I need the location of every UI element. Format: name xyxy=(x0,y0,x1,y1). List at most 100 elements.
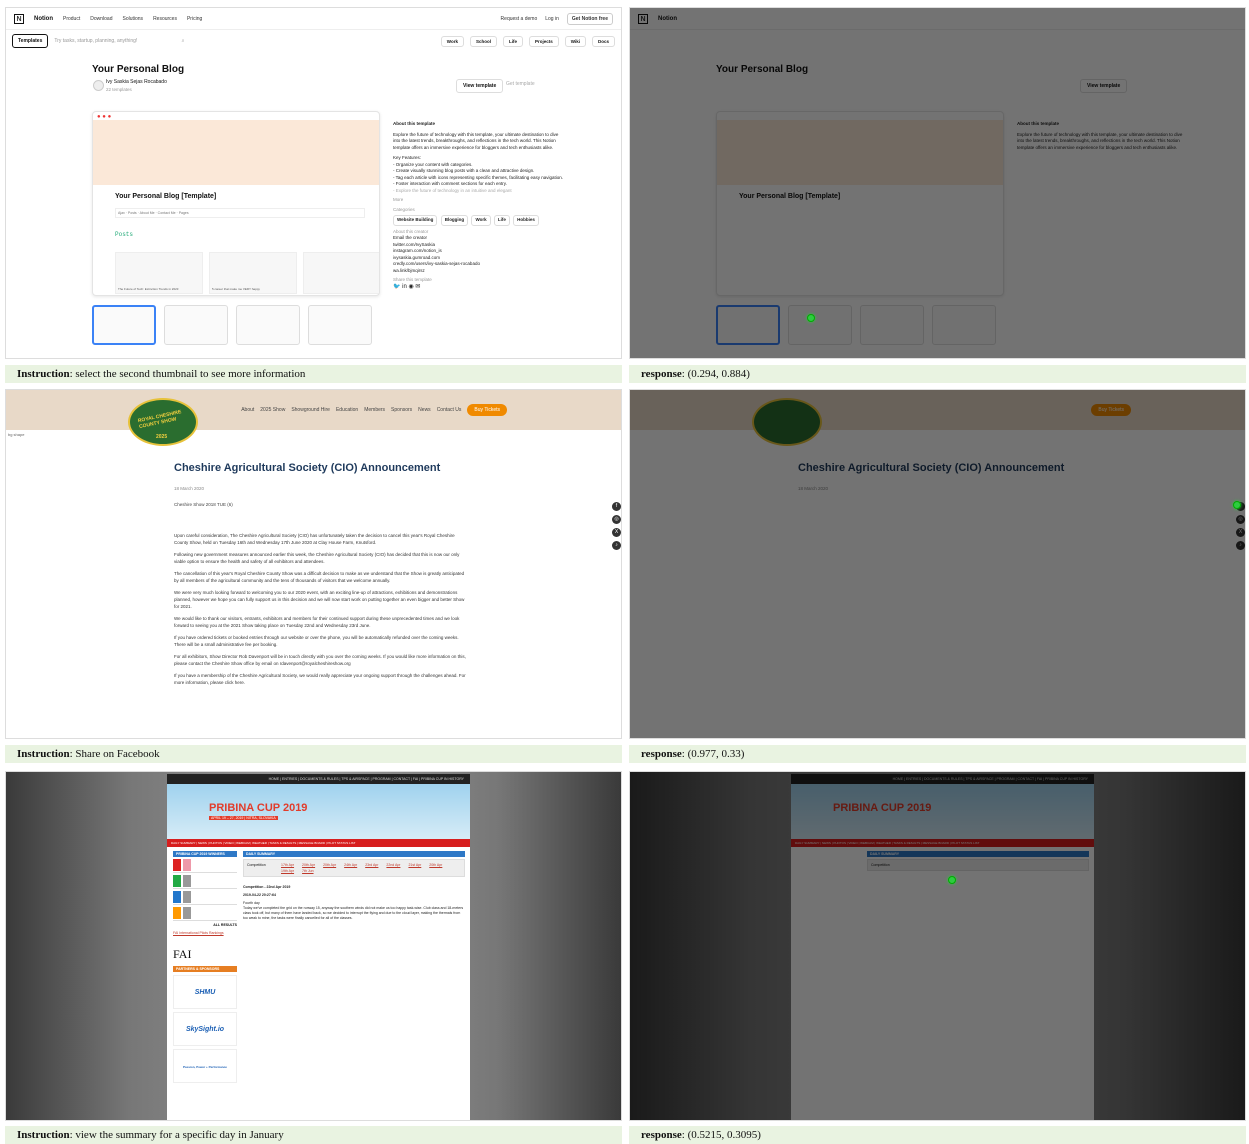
thumbnail-3[interactable] xyxy=(236,305,300,345)
tiktok-icon[interactable]: ♪ xyxy=(612,541,621,550)
instagram-icon[interactable]: ◎ xyxy=(612,515,621,524)
category-wiki[interactable]: Wiki xyxy=(564,35,586,47)
pribina-menu: DAILY SUMMARY | NEWS | PHOTOS | VIDEO | … xyxy=(791,839,1094,847)
preview-card: The Future of Tech: Extinction Trends in… xyxy=(115,252,203,294)
nav-showground-hire[interactable]: Showground Hire xyxy=(291,407,330,413)
thumbnail-strip xyxy=(716,305,996,345)
instruction-caption: Instruction: view the summary for a spec… xyxy=(5,1126,622,1144)
x-icon[interactable]: X xyxy=(612,528,621,537)
nav-2025-show[interactable]: 2025 Show xyxy=(260,407,285,413)
tag-hobbies[interactable]: Hobbies xyxy=(513,215,539,226)
notion-brand[interactable]: Notion xyxy=(34,16,53,22)
nav-members[interactable]: Members xyxy=(364,407,385,413)
category-life[interactable]: Life xyxy=(502,35,523,47)
nav-resources[interactable]: Resources xyxy=(153,16,177,22)
buy-tickets-button[interactable]: Buy Tickets xyxy=(467,404,507,416)
category-docs[interactable]: Docs xyxy=(591,35,615,47)
notion-logo-icon[interactable]: N xyxy=(14,13,24,24)
category-school[interactable]: School xyxy=(469,35,497,47)
pribina-page: PRIBINA CUP 2019 WINNERS ALL RESULTS FAI… xyxy=(167,847,470,1120)
nav-pricing[interactable]: Pricing xyxy=(187,16,202,22)
date-link[interactable]: 21st Apr xyxy=(408,863,421,867)
instruction-caption: Instruction: select the second thumbnail… xyxy=(5,365,622,383)
response-caption: response: (0.977, 0.33) xyxy=(629,745,1246,763)
nav-solutions[interactable]: Solutions xyxy=(122,16,143,22)
entry-title: Competition - 22nd Apr 2019 xyxy=(243,885,291,889)
tag-blogging[interactable]: Blogging xyxy=(440,215,469,226)
date-link[interactable]: 24th Apr xyxy=(344,863,357,867)
about-template: About this template Explore the future o… xyxy=(1017,121,1187,151)
request-demo-link[interactable]: Request a demo xyxy=(501,16,538,22)
article-paragraph: Following new government measures announ… xyxy=(174,552,460,564)
pribina-logo[interactable]: PRIBINA CUP 2019 xyxy=(209,802,307,814)
get-notion-button[interactable]: Get Notion free xyxy=(566,12,613,25)
template-preview[interactable]: ● ● ● Your Personal Blog [Template] Ajax… xyxy=(92,111,380,296)
thumbnail-4[interactable] xyxy=(308,305,372,345)
fai-logo[interactable]: FAI xyxy=(173,947,237,962)
author-avatar[interactable] xyxy=(93,80,104,91)
nav-download[interactable]: Download xyxy=(90,16,112,22)
category-list: Work School Life Projects Wiki Docs xyxy=(440,35,615,47)
tag-website-building[interactable]: Website Building xyxy=(393,215,438,226)
template-author[interactable]: Ivy Saskia Sejas Rocabado xyxy=(106,79,167,85)
thumbnail-2 xyxy=(788,305,852,345)
article-date: 18 March 2020 xyxy=(174,486,205,491)
summary-box: Competition 17th Apr 20th Apr 20th Apr 2… xyxy=(243,859,465,877)
nav-about[interactable]: About xyxy=(241,407,254,413)
category-projects[interactable]: Projects xyxy=(529,35,559,47)
tag-work[interactable]: Work xyxy=(471,215,491,226)
sponsor-shmu[interactable]: SHMU xyxy=(173,975,237,1009)
nav-education[interactable]: Education xyxy=(336,407,358,413)
winner-row xyxy=(173,857,237,873)
share-icons[interactable]: 🐦 in ◉ ✉ xyxy=(393,284,563,291)
pribina-menu[interactable]: DAILY SUMMARY | NEWS | PHOTOS | VIDEO | … xyxy=(167,839,470,847)
creator-link[interactable]: wa.link/bjmqirsz xyxy=(393,268,563,275)
login-link[interactable]: Log in xyxy=(545,16,559,22)
date-link[interactable]: 22nd Apr xyxy=(386,863,400,867)
nav-product[interactable]: Product xyxy=(63,16,80,22)
bg-shape-alt: bg shape xyxy=(8,432,25,437)
pribina-top-nav[interactable]: HOME | ENTRIES | DOCUMENTS & RULES | TPS… xyxy=(167,774,470,784)
date-link[interactable]: 19th Apr xyxy=(281,869,294,873)
facebook-icon[interactable]: f xyxy=(612,502,621,511)
date-link[interactable]: 7th Jun xyxy=(302,869,313,873)
preview-breadcrumb: Ajax · Posts · About Me · Contact Me · P… xyxy=(115,208,365,218)
cheshire-nav: Buy Tickets xyxy=(1091,404,1131,416)
click-marker xyxy=(807,314,815,322)
winner-row xyxy=(173,905,237,921)
social-share: f ◎ X ♪ xyxy=(1236,502,1245,550)
search-placeholder: Try tasks, startup, planning, anything! xyxy=(54,38,138,44)
article-date: 18 March 2020 xyxy=(798,486,829,491)
cheshire-logo xyxy=(752,398,822,446)
sponsor-ad[interactable]: Passion, Power + Performance xyxy=(173,1049,237,1083)
more-link[interactable]: More xyxy=(393,197,563,204)
left-column: PRIBINA CUP 2019 WINNERS ALL RESULTS FAI… xyxy=(173,851,237,1083)
date-link[interactable]: 23rd Apr xyxy=(365,863,378,867)
view-template-button[interactable]: View template xyxy=(456,79,504,93)
template-search-input[interactable]: Try tasks, startup, planning, anything! ⌕ xyxy=(54,38,184,44)
sponsor-skysight[interactable]: SkySight.io xyxy=(173,1012,237,1046)
all-results-link[interactable]: ALL RESULTS xyxy=(173,923,237,927)
preview-posts-heading: Posts xyxy=(115,231,134,238)
thumbnail-3 xyxy=(860,305,924,345)
tag-life[interactable]: Life xyxy=(493,215,510,226)
templates-button[interactable]: Templates xyxy=(12,34,49,48)
date-link[interactable]: 20th Apr xyxy=(429,863,442,867)
category-work[interactable]: Work xyxy=(440,35,464,47)
daily-summary-header: DAILY SUMMARY xyxy=(867,851,1089,857)
nav-news[interactable]: News xyxy=(418,407,431,413)
nav-sponsors[interactable]: Sponsors xyxy=(391,407,412,413)
thumbnail-2[interactable] xyxy=(164,305,228,345)
thumbnail-1[interactable] xyxy=(92,305,156,345)
get-template-button[interactable]: Get template xyxy=(506,81,535,87)
nav-contact[interactable]: Contact Us xyxy=(437,407,462,413)
thumbnail-4 xyxy=(932,305,996,345)
date-link[interactable]: 20th Apr xyxy=(302,863,315,867)
pribina-banner: PRIBINA CUP 2019 APRIL 19 – 27, 2019 | N… xyxy=(167,784,470,839)
entry-stamp: 2019-04-22 20:27:64 xyxy=(243,893,276,897)
fai-rankings-link[interactable]: FAI International Pilots Rankings xyxy=(173,931,237,935)
date-link[interactable]: 17th Apr xyxy=(281,863,294,867)
cheshire-logo[interactable]: ROYAL CHESHIRE COUNTY SHOW 2025 xyxy=(128,398,198,446)
daily-summary-header: DAILY SUMMARY xyxy=(243,851,465,857)
date-link[interactable]: 20th Apr xyxy=(323,863,336,867)
